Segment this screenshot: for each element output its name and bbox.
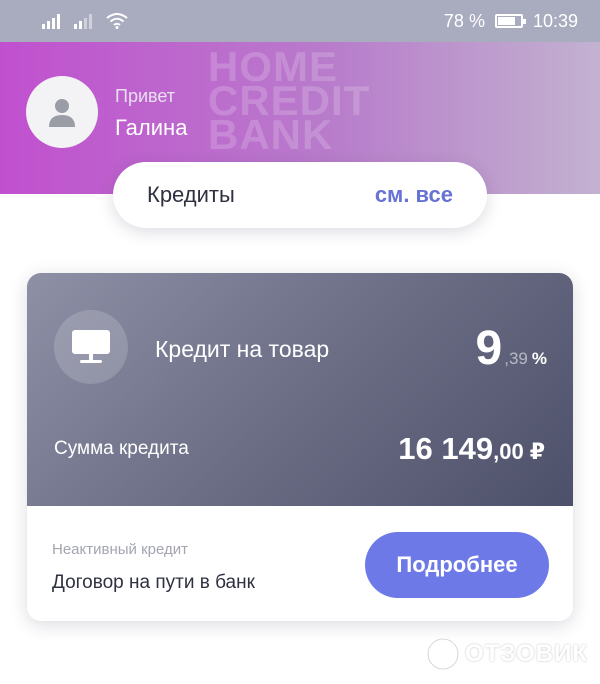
credit-card-summary: Кредит на товар 9 ,39 % Сумма кредита 16… [27,273,573,506]
signal-sim1-icon [42,13,60,29]
credit-status-text: Договор на пути в банк [52,572,255,593]
sum-label: Сумма кредита [54,438,189,459]
product-icon-circle [54,310,128,384]
credit-card[interactable]: Кредит на товар 9 ,39 % Сумма кредита 16… [27,273,573,621]
see-all-link[interactable]: см. все [375,182,453,208]
sum-value: 16 149 ,00 ₽ [398,431,545,467]
sum-integer: 16 149 [398,431,494,466]
wifi-icon [106,13,128,29]
status-bar: 78 % 10:39 [0,0,600,42]
rate-integer: 9 [475,322,503,375]
avatar[interactable] [26,76,98,148]
otzovik-text: ОТЗОВИК [465,640,588,667]
user-icon [49,99,75,127]
greeting-label: Привет [115,86,176,106]
clock: 10:39 [532,10,578,31]
bank-logo-watermark: HOME CREDIT BANK [208,43,371,158]
product-title: Кредит на товар [155,336,330,362]
sum-fraction: ,00 [493,439,524,464]
currency-symbol: ₽ [529,439,545,464]
user-name: Галина [115,115,188,140]
interest-rate: 9 ,39 % [476,321,547,376]
credit-status-label: Неактивный кредит [52,541,188,558]
battery-icon [494,14,526,28]
rate-unit: % [531,349,547,368]
rate-fraction: ,39 [504,349,528,368]
battery-percent: 78 % [443,10,485,31]
details-button[interactable]: Подробнее [365,532,549,598]
otzovik-logo-icon [426,637,460,671]
credits-title: Кредиты [147,182,235,207]
signal-sim2-icon [74,13,92,29]
credits-section-header: Кредиты см. все [113,162,487,228]
monitor-icon [72,330,110,363]
otzovik-watermark: ОТЗОВИК [425,636,588,672]
